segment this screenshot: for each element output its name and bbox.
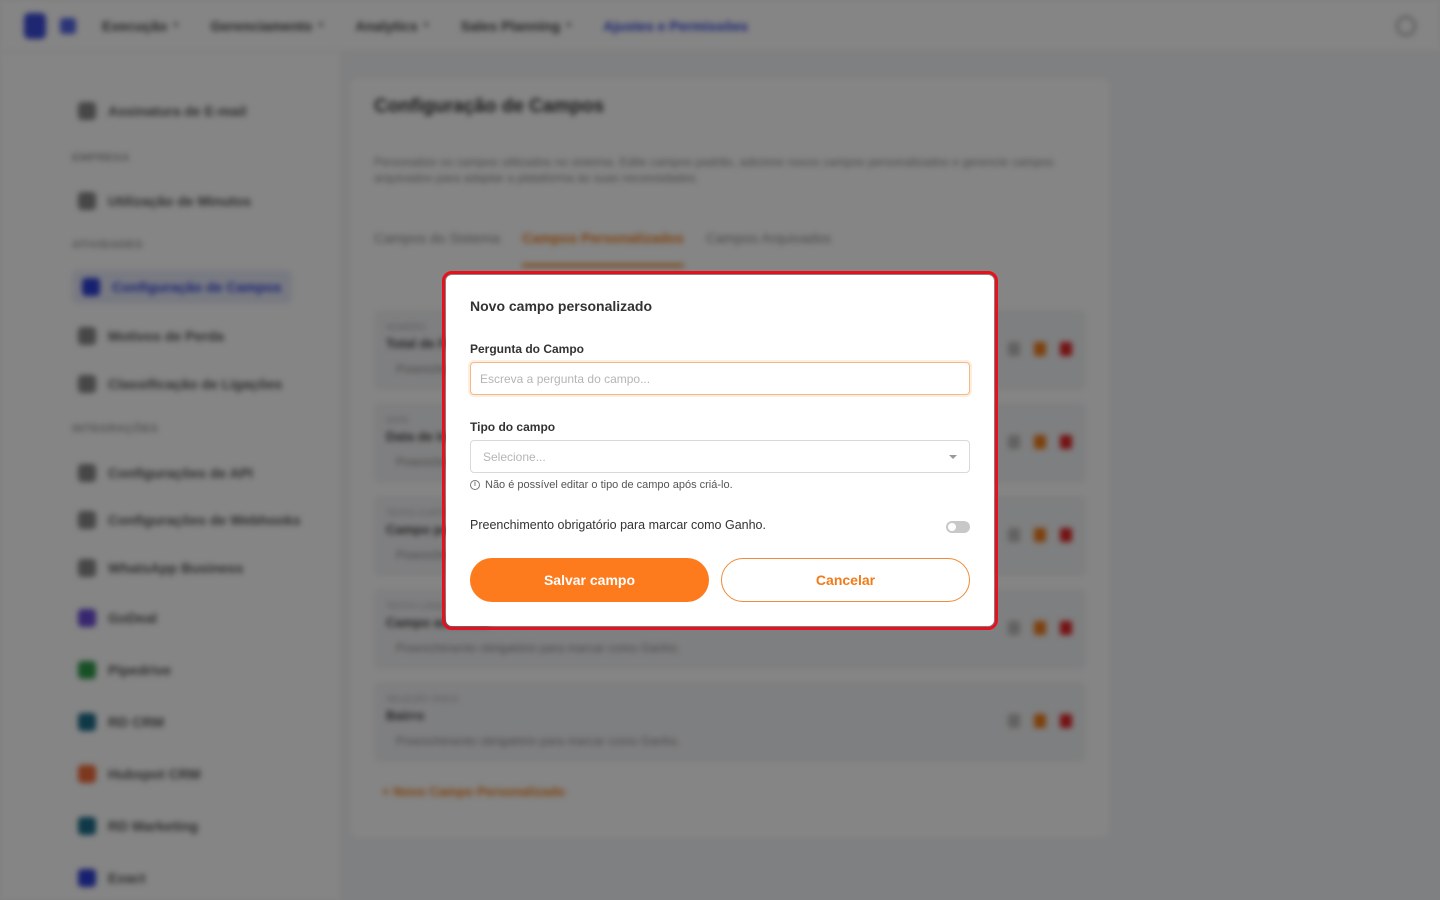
- cancel-button[interactable]: Cancelar: [721, 558, 970, 602]
- required-toggle-label: Preenchimento obrigatório para marcar co…: [470, 518, 766, 532]
- type-hint: i Não é possível editar o tipo de campo …: [470, 479, 733, 491]
- question-label: Pergunta do Campo: [470, 342, 585, 356]
- toggle-knob: [948, 523, 956, 531]
- type-label: Tipo do campo: [470, 420, 556, 434]
- type-select[interactable]: Selecione...: [470, 440, 970, 473]
- info-icon: i: [470, 480, 480, 490]
- new-custom-field-modal: Novo campo personalizado Pergunta do Cam…: [442, 271, 998, 630]
- type-select-value: Selecione...: [483, 449, 546, 464]
- modal-title: Novo campo personalizado: [470, 298, 653, 314]
- save-field-button[interactable]: Salvar campo: [470, 558, 709, 602]
- caret-down-icon: [949, 454, 957, 459]
- type-hint-text: Não é possível editar o tipo de campo ap…: [485, 479, 733, 491]
- required-toggle[interactable]: [946, 521, 970, 533]
- question-input[interactable]: [470, 362, 970, 395]
